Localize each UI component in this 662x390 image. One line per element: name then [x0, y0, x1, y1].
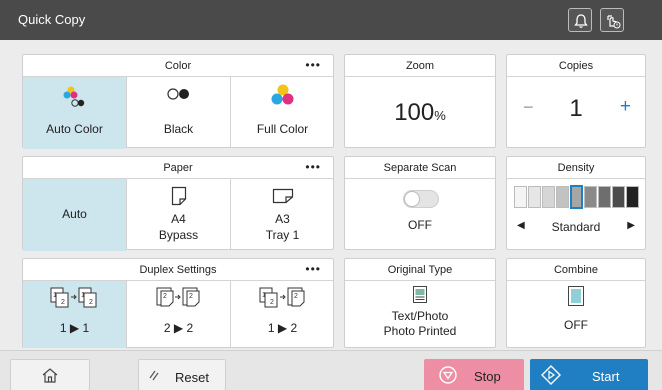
page-title: Quick Copy: [18, 12, 86, 27]
density-level[interactable]: [514, 186, 527, 208]
density-increase-button[interactable]: ▶: [627, 220, 635, 231]
svg-text:2: 2: [61, 299, 65, 306]
density-level[interactable]: [626, 186, 639, 208]
original-type-header: Original Type: [345, 259, 495, 281]
notification-button[interactable]: [568, 8, 592, 32]
svg-text:1: 1: [53, 292, 57, 299]
reset-label: Reset: [175, 370, 209, 385]
original-type-line2: Photo Printed: [383, 324, 457, 338]
one-to-two-icon: 1 2 2: [259, 287, 304, 308]
combine-panel[interactable]: Combine OFF: [506, 258, 646, 348]
duplex-panel: Duplex Settings ••• 1 2 1 2 1 ▶ 1 2 2 2 …: [22, 258, 334, 348]
duplex-option-label: 1 ▶ 2: [267, 321, 298, 335]
color-header[interactable]: Color •••: [23, 55, 333, 77]
density-header: Density: [507, 157, 645, 179]
separate-scan-toggle[interactable]: [403, 190, 439, 208]
paper-option-a3-tray1[interactable]: A3 Tray 1: [231, 179, 334, 251]
zoom-header: Zoom: [345, 55, 495, 77]
density-level[interactable]: [556, 186, 569, 208]
density-level[interactable]: [584, 186, 597, 208]
paper-header[interactable]: Paper •••: [23, 157, 333, 179]
one-to-one-icon: 1 2 1 2: [50, 287, 96, 308]
density-level[interactable]: [542, 186, 555, 208]
color-option-label: Full Color: [256, 122, 309, 136]
home-button[interactable]: [10, 359, 90, 390]
color-option-auto[interactable]: Auto Color: [23, 77, 126, 149]
bottom-bar: Reset Stop Start: [0, 350, 662, 390]
combine-value: OFF: [564, 318, 588, 332]
two-to-two-icon: 2 2: [156, 287, 199, 307]
copies-header: Copies: [507, 55, 645, 77]
svg-text:2: 2: [189, 293, 193, 300]
paper-size-label: A3: [275, 212, 290, 226]
color-panel: Color ••• Auto Color Black Full Color: [22, 54, 334, 149]
separate-scan-panel[interactable]: Separate Scan OFF: [344, 156, 496, 250]
duplex-option-label: 1 ▶ 1: [59, 321, 90, 335]
duplex-header[interactable]: Duplex Settings •••: [23, 259, 333, 281]
reset-button[interactable]: Reset: [138, 359, 226, 390]
reset-icon: [149, 370, 159, 381]
svg-text:2: 2: [89, 299, 93, 306]
color-more-button[interactable]: •••: [305, 54, 321, 76]
separate-scan-value: OFF: [408, 218, 432, 232]
svg-text:2: 2: [270, 299, 274, 306]
density-value: Standard: [551, 220, 601, 234]
duplex-option-1-2[interactable]: 1 2 2 1 ▶ 2: [231, 281, 334, 348]
density-level[interactable]: [598, 186, 611, 208]
density-level[interactable]: [612, 186, 625, 208]
copies-increase-button[interactable]: +: [620, 96, 631, 118]
svg-text:1: 1: [262, 292, 266, 299]
stop-icon: [439, 366, 457, 384]
duplex-option-2-2[interactable]: 2 2 2 ▶ 2: [127, 281, 230, 348]
density-level[interactable]: [528, 186, 541, 208]
start-button[interactable]: Start: [530, 359, 648, 390]
svg-text:2: 2: [163, 293, 167, 300]
combine-icon: [568, 286, 584, 306]
stop-button[interactable]: Stop: [424, 359, 524, 390]
paper-landscape-icon: [272, 188, 293, 204]
density-level[interactable]: [570, 185, 583, 209]
paper-auto-label: Auto: [62, 207, 87, 221]
start-icon: [541, 365, 561, 385]
duplex-more-button[interactable]: •••: [305, 258, 321, 280]
paper-source-label: Bypass: [158, 228, 199, 242]
black-icon: [166, 88, 189, 100]
toggle-knob: [404, 191, 420, 207]
text-photo-icon: [413, 286, 427, 303]
color-option-label: Auto Color: [46, 122, 103, 136]
original-type-line1: Text/Photo: [391, 309, 449, 323]
paper-size-label: A4: [171, 212, 186, 226]
hand-touch-icon: [607, 15, 621, 29]
copies-panel: Copies − 1 +: [506, 54, 646, 148]
zoom-panel[interactable]: Zoom 100%: [344, 54, 496, 148]
start-label: Start: [592, 369, 620, 384]
paper-source-label: Tray 1: [265, 228, 300, 242]
combine-header: Combine: [507, 259, 645, 281]
density-scale[interactable]: [514, 185, 640, 209]
svg-text:2: 2: [294, 293, 298, 300]
separate-scan-header: Separate Scan: [345, 157, 495, 179]
duplex-option-label: 2 ▶ 2: [163, 321, 194, 335]
color-option-black[interactable]: Black: [127, 77, 230, 149]
paper-panel: Paper ••• Auto A4 Bypass A3 Tray 1: [22, 156, 334, 251]
density-panel: Density ◀ Standard ▶: [506, 156, 646, 250]
bell-icon: [574, 14, 588, 28]
touch-settings-button[interactable]: [600, 8, 624, 32]
duplex-option-1-1[interactable]: 1 2 1 2 1 ▶ 1: [23, 281, 126, 348]
color-option-label: Black: [163, 122, 194, 136]
color-option-full[interactable]: Full Color: [231, 77, 334, 149]
paper-more-button[interactable]: •••: [305, 156, 321, 178]
home-icon: [42, 368, 58, 383]
paper-option-a4-bypass[interactable]: A4 Bypass: [127, 179, 230, 251]
full-color-icon: [271, 84, 293, 105]
svg-text:1: 1: [81, 292, 85, 299]
original-type-panel[interactable]: Original Type Text/Photo Photo Printed: [344, 258, 496, 348]
title-bar: Quick Copy: [0, 0, 662, 40]
paper-portrait-icon: [171, 186, 186, 206]
zoom-unit: %: [434, 108, 446, 123]
zoom-value: 100%: [394, 99, 446, 126]
stop-label: Stop: [474, 369, 501, 384]
paper-option-auto[interactable]: Auto: [23, 179, 126, 251]
auto-color-icon: [63, 86, 84, 107]
